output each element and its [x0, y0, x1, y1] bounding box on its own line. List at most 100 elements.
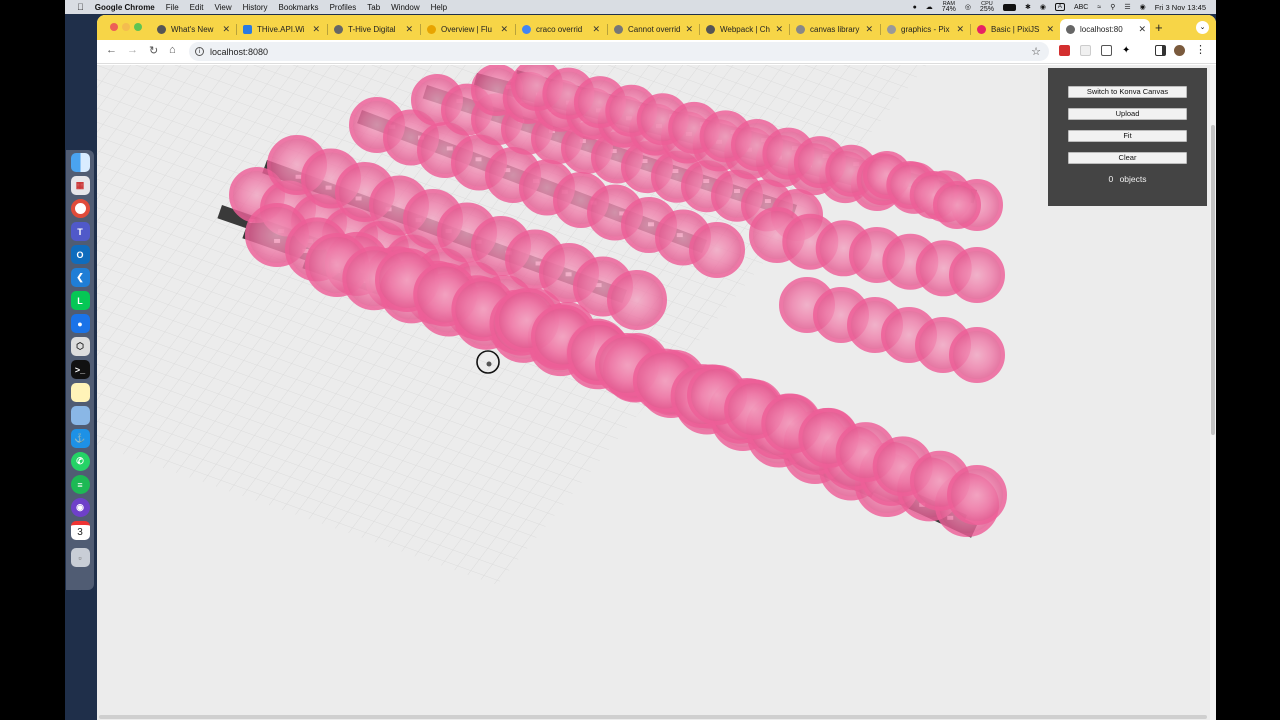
account-icon[interactable]: ◉	[1040, 3, 1046, 11]
ram-stat[interactable]: RAM 74%	[942, 1, 956, 13]
more-menu-icon[interactable]: ⋮	[1195, 45, 1206, 56]
screen-frame:  Google Chrome File Edit View History B…	[0, 0, 1280, 720]
pixi-canvas[interactable]	[97, 65, 1210, 720]
notes-icon[interactable]	[70, 383, 90, 402]
menu-view[interactable]: View	[214, 3, 231, 12]
cloud-icon[interactable]: ☁	[926, 3, 933, 11]
close-tab-icon[interactable]: ✕	[592, 24, 600, 35]
menu-edit[interactable]: Edit	[190, 3, 204, 12]
tab-basic-pixijs[interactable]: Basic | PixiJS ✕	[974, 19, 1058, 40]
finder-icon[interactable]	[70, 153, 90, 172]
forward-icon[interactable]: →	[127, 44, 138, 56]
tab-separator	[515, 24, 516, 35]
calendar-icon[interactable]: 3	[70, 521, 90, 540]
reload-icon[interactable]: ↻	[149, 44, 158, 57]
siri-icon[interactable]: ◉	[1140, 3, 1146, 11]
close-tab-icon[interactable]: ✕	[865, 24, 873, 35]
clear-button[interactable]: Clear	[1068, 152, 1187, 164]
menu-bookmarks[interactable]: Bookmarks	[279, 3, 319, 12]
tab-separator	[880, 24, 881, 35]
extensions-puzzle-icon[interactable]: ✦	[1122, 45, 1133, 56]
menu-help[interactable]: Help	[431, 3, 447, 12]
close-tab-icon[interactable]: ✕	[312, 24, 320, 35]
unity-icon[interactable]: ⬡	[70, 337, 90, 356]
spotify-icon[interactable]: ≡	[70, 475, 90, 494]
back-icon[interactable]: ←	[106, 44, 117, 56]
search-icon[interactable]: ⚲	[1110, 3, 1115, 11]
menu-profiles[interactable]: Profiles	[330, 3, 357, 12]
switch-konva-button[interactable]: Switch to Konva Canvas	[1068, 86, 1187, 98]
whatsapp-icon[interactable]: ✆	[70, 452, 90, 471]
github-desktop-icon[interactable]: ◉	[70, 498, 90, 517]
battery-icon[interactable]	[1002, 3, 1016, 11]
tab-search-icon[interactable]: ⌄	[1196, 21, 1209, 34]
menu-file[interactable]: File	[166, 3, 179, 12]
cpu-stat[interactable]: CPU 25%	[980, 1, 994, 13]
site-info-icon[interactable]: i	[195, 47, 204, 56]
close-tab-icon[interactable]: ✕	[500, 24, 508, 35]
new-tab-button[interactable]: +	[1155, 20, 1163, 35]
docker-icon[interactable]: ⚓	[70, 429, 90, 448]
tab-separator	[789, 24, 790, 35]
tab-overview-flutter[interactable]: Overview | Flu ✕	[424, 19, 512, 40]
horizontal-scrollbar[interactable]	[99, 715, 1207, 719]
menu-app-name[interactable]: Google Chrome	[95, 3, 155, 12]
side-panel-icon[interactable]	[1155, 45, 1166, 56]
tab-webpack[interactable]: Webpack | Ch ✕	[703, 19, 787, 40]
close-tab-icon[interactable]: ✕	[685, 24, 693, 35]
preview-icon[interactable]	[70, 406, 90, 425]
minimize-window-button[interactable]	[122, 23, 130, 31]
zoom-window-button[interactable]	[134, 23, 142, 31]
tab-thive-digital[interactable]: T-Hive Digital ✕	[331, 19, 417, 40]
tab-craco-override[interactable]: craco overrid ✕	[519, 19, 604, 40]
control-center-icon[interactable]: ☰	[1124, 3, 1130, 11]
input-source-icon[interactable]: A	[1054, 3, 1065, 11]
extension-screenshot-icon[interactable]	[1101, 45, 1112, 56]
home-icon[interactable]: ⌂	[169, 44, 176, 56]
tab-cannot-override[interactable]: Cannot overrid ✕	[611, 19, 697, 40]
maps-icon[interactable]: ●	[70, 314, 90, 333]
wifi-icon[interactable]: ≈	[1097, 4, 1101, 11]
launchpad-icon[interactable]: ▦	[70, 176, 90, 195]
menu-history[interactable]: History	[243, 3, 268, 12]
extension-red-icon[interactable]	[1059, 45, 1070, 56]
close-tab-icon[interactable]: ✕	[405, 24, 413, 35]
vertical-scrollbar[interactable]	[1210, 65, 1216, 720]
tab-thive-api[interactable]: THive.API.Wi ✕	[240, 19, 324, 40]
address-bar[interactable]: i localhost:8080 ☆	[189, 42, 1049, 61]
close-window-button[interactable]	[110, 23, 118, 31]
close-tab-icon[interactable]: ✕	[775, 24, 783, 35]
upload-button[interactable]: Upload	[1068, 108, 1187, 120]
pink-circle-sprite	[949, 247, 1005, 303]
scrollbar-thumb[interactable]	[1211, 125, 1215, 435]
close-tab-icon[interactable]: ✕	[1138, 24, 1146, 35]
bluetooth-icon[interactable]: ✱	[1025, 3, 1031, 11]
extension-white-icon[interactable]	[1080, 45, 1091, 56]
terminal-icon[interactable]: >_	[70, 360, 90, 379]
record-icon[interactable]: ●	[913, 4, 917, 11]
vscode-icon[interactable]: ❮	[70, 268, 90, 287]
apple-icon[interactable]: 	[77, 2, 84, 12]
outlook-icon[interactable]: O	[70, 245, 90, 264]
tab-whats-new[interactable]: What's New ✕	[154, 19, 234, 40]
close-tab-icon[interactable]: ✕	[956, 24, 964, 35]
bookmark-star-icon[interactable]: ☆	[1031, 45, 1041, 58]
tab-localhost[interactable]: localhost:80 ✕	[1060, 19, 1150, 40]
tab-canvas-library[interactable]: canvas library ✕	[793, 19, 877, 40]
pink-circle-sprite	[607, 270, 667, 330]
fit-button[interactable]: Fit	[1068, 130, 1187, 142]
tab-favicon	[522, 25, 531, 34]
tab-graphics-pixi[interactable]: graphics - Pix ✕	[884, 19, 968, 40]
chrome-icon[interactable]	[70, 199, 90, 218]
menu-window[interactable]: Window	[391, 3, 419, 12]
canvas-viewport[interactable]: Switch to Konva Canvas Upload Fit Clear …	[97, 65, 1210, 720]
teams-icon[interactable]: T	[70, 222, 90, 241]
menu-tab[interactable]: Tab	[367, 3, 380, 12]
clock[interactable]: Fri 3 Nov 13:45	[1155, 3, 1206, 12]
close-tab-icon[interactable]: ✕	[222, 24, 230, 35]
activity-icon[interactable]: ◎	[965, 3, 971, 11]
trash-icon[interactable]: ▫	[70, 548, 90, 567]
profile-avatar[interactable]	[1174, 45, 1185, 56]
line-icon[interactable]: L	[70, 291, 90, 310]
close-tab-icon[interactable]: ✕	[1046, 24, 1054, 35]
